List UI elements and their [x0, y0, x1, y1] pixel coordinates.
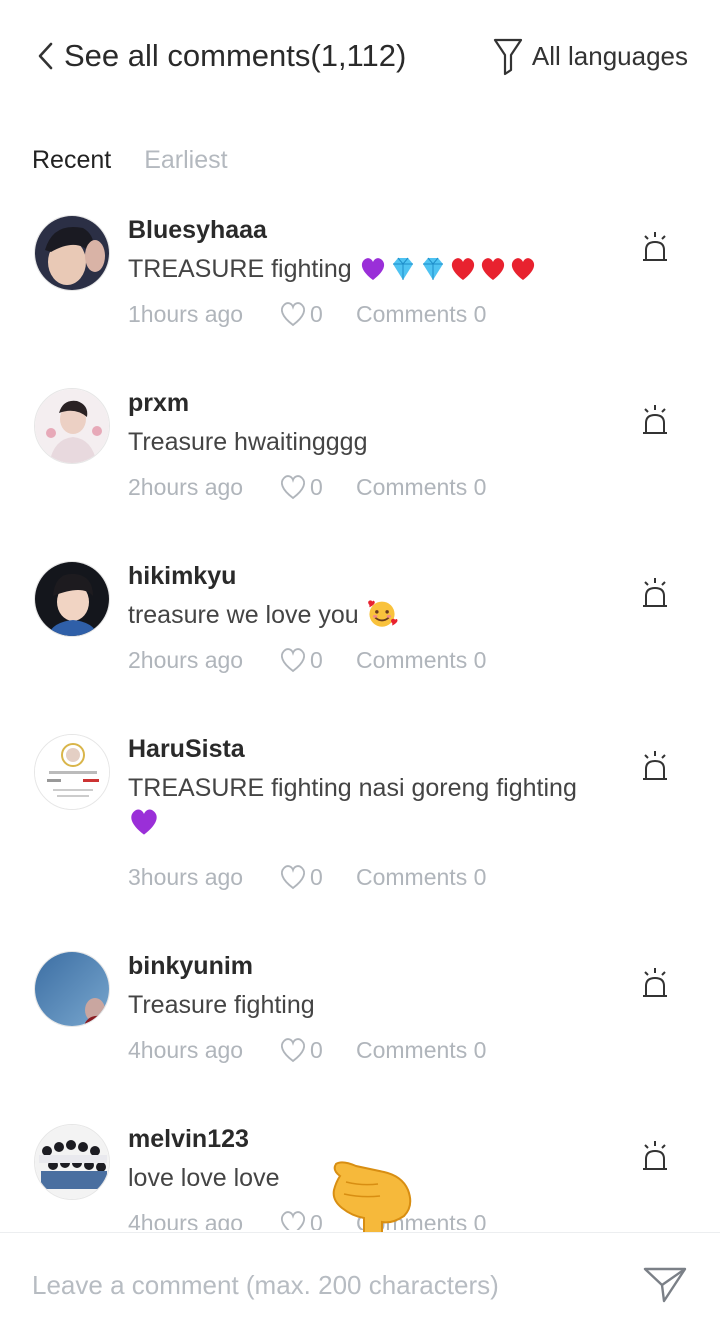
like-count: 0	[310, 863, 323, 890]
comment-time: 4hours ago	[128, 1209, 244, 1231]
comment-meta: 2hours ago 0 Comments 0	[128, 473, 486, 501]
comment-time: 1hours ago	[128, 300, 244, 327]
comment-text-body: Treasure hwaitingggg	[128, 428, 368, 456]
sort-tabs: Recent Earliest	[32, 140, 228, 180]
avatar[interactable]	[34, 951, 110, 1027]
report-siren-icon[interactable]	[640, 576, 670, 610]
like-count: 0	[310, 300, 323, 327]
back-chevron-icon[interactable]	[34, 40, 58, 72]
report-siren-icon[interactable]	[640, 966, 670, 1000]
comment-meta: 4hours ago 0 Comments 0	[128, 1209, 486, 1230]
comment-text: Treasure hwaitingggg	[128, 424, 628, 460]
diamond-icon	[422, 257, 443, 280]
reply-count-button[interactable]: Comments 0	[356, 647, 486, 674]
avatar[interactable]	[34, 215, 110, 291]
header: See all comments(1,112) All languages	[0, 0, 720, 112]
diamond-icon	[392, 257, 413, 280]
heart-outline-icon	[281, 1211, 305, 1230]
avatar[interactable]	[34, 734, 110, 810]
comment-text: TREASURE fighting nasi goreng fighting	[128, 770, 628, 842]
heart-outline-icon	[281, 302, 305, 327]
comment-meta: 3hours ago 0 Comments 0	[128, 863, 486, 891]
avatar[interactable]	[34, 561, 110, 637]
comment-time: 2hours ago	[128, 473, 244, 500]
comment-composer	[0, 1232, 720, 1335]
heart-outline-icon	[281, 475, 305, 500]
comment-text: Treasure fighting	[128, 987, 628, 1023]
red-heart-icon	[481, 258, 504, 280]
page-title: See all comments(1,112)	[64, 38, 407, 73]
like-button[interactable]: 0	[278, 863, 356, 891]
comment-list[interactable]: Bluesyhaaa TREASURE fighting 1hours ago …	[0, 200, 720, 1230]
comment-text-body: treasure we love you	[128, 601, 359, 629]
comment-time: 2hours ago	[128, 646, 244, 673]
heart-outline-icon	[281, 648, 305, 673]
red-heart-icon	[511, 258, 534, 280]
comment-username[interactable]: HaruSista	[128, 734, 245, 764]
comment-input[interactable]	[32, 1263, 612, 1307]
comment-meta: 1hours ago 0 Comments 0	[128, 300, 486, 328]
red-heart-icon	[451, 258, 474, 280]
avatar[interactable]	[34, 388, 110, 464]
report-siren-icon[interactable]	[640, 230, 670, 264]
purple-heart-icon	[361, 258, 384, 280]
like-button[interactable]: 0	[278, 1036, 356, 1064]
comment-text-body: TREASURE fighting	[128, 255, 352, 283]
report-siren-icon[interactable]	[640, 1139, 670, 1173]
tab-recent[interactable]: Recent	[32, 140, 111, 180]
like-button[interactable]: 0	[278, 473, 356, 501]
like-button[interactable]: 0	[278, 300, 356, 328]
like-count: 0	[310, 473, 323, 500]
comment-text: treasure we love you	[128, 597, 628, 633]
reply-count-button[interactable]: Comments 0	[356, 1037, 486, 1064]
comment-username[interactable]: hikimkyu	[128, 561, 236, 591]
tab-earliest[interactable]: Earliest	[144, 140, 227, 180]
like-count: 0	[310, 1209, 323, 1231]
reply-count-button[interactable]: Comments 0	[356, 301, 486, 328]
avatar[interactable]	[34, 1124, 110, 1200]
comment-text-body: Treasure fighting	[128, 991, 315, 1019]
language-filter-button[interactable]: All languages	[492, 34, 688, 78]
comment-meta: 4hours ago 0 Comments 0	[128, 1036, 486, 1064]
like-count: 0	[310, 646, 323, 673]
filter-icon	[493, 38, 522, 76]
language-filter-label: All languages	[531, 40, 688, 71]
comment-username[interactable]: melvin123	[128, 1124, 249, 1154]
heart-outline-icon	[281, 1038, 305, 1063]
comment-username[interactable]: Bluesyhaaa	[128, 215, 267, 245]
comment-username[interactable]: prxm	[128, 388, 189, 418]
comment-username[interactable]: binkyunim	[128, 951, 253, 981]
comment-text-body: love love love	[128, 1164, 280, 1192]
like-count: 0	[310, 1036, 323, 1063]
reply-count-button[interactable]: Comments 0	[356, 864, 486, 891]
purple-heart-icon	[131, 809, 157, 835]
comment-text: TREASURE fighting	[128, 251, 628, 287]
reply-count-button[interactable]: Comments 0	[356, 474, 486, 501]
like-button[interactable]: 0	[278, 646, 356, 674]
comment-time: 3hours ago	[128, 863, 244, 890]
smiling-face-with-hearts-icon	[367, 600, 398, 627]
send-icon[interactable]	[642, 1263, 688, 1305]
comment-meta: 2hours ago 0 Comments 0	[128, 646, 486, 674]
report-siren-icon[interactable]	[640, 749, 670, 783]
report-siren-icon[interactable]	[640, 403, 670, 437]
comment-time: 4hours ago	[128, 1036, 244, 1063]
comment-text-body: TREASURE fighting nasi goreng fighting	[128, 774, 577, 802]
heart-outline-icon	[281, 865, 305, 890]
